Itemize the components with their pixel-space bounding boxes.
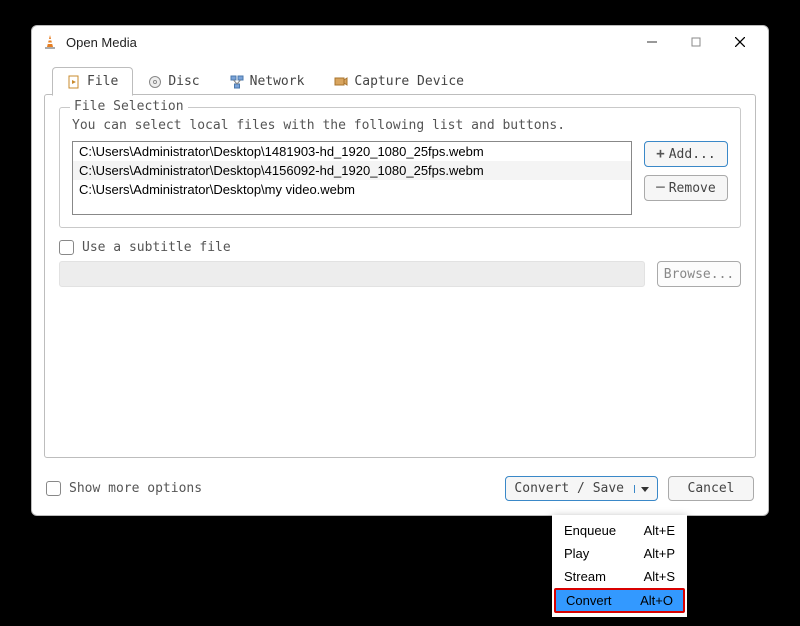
open-media-window: Open Media File Disc Network Capture Dev… (31, 25, 769, 516)
minus-icon: ─ (656, 180, 664, 196)
list-item[interactable]: C:\Users\Administrator\Desktop\1481903-h… (73, 142, 631, 161)
subtitle-checkbox-label: Use a subtitle file (82, 240, 231, 255)
titlebar: Open Media (32, 26, 768, 58)
convert-save-label: Convert / Save (514, 481, 624, 496)
list-item[interactable]: C:\Users\Administrator\Desktop\4156092-h… (73, 161, 631, 180)
add-button[interactable]: + Add... (644, 141, 728, 167)
capture-icon (334, 75, 348, 89)
convert-save-button[interactable]: Convert / Save (505, 476, 658, 501)
menu-item-label: Stream (564, 569, 606, 584)
convert-dropdown-menu: Enqueue Alt+E Play Alt+P Stream Alt+S Co… (552, 515, 687, 617)
file-list[interactable]: C:\Users\Administrator\Desktop\1481903-h… (72, 141, 632, 215)
plus-icon: + (656, 146, 664, 162)
menu-item-label: Play (564, 546, 589, 561)
show-more-label: Show more options (69, 481, 202, 496)
tab-network[interactable]: Network (215, 67, 320, 96)
maximize-button[interactable] (674, 28, 718, 56)
tab-disc[interactable]: Disc (133, 67, 214, 96)
chevron-down-icon[interactable] (634, 485, 655, 493)
file-selection-legend: File Selection (70, 99, 188, 114)
subtitle-section: Use a subtitle file Browse... (59, 240, 741, 287)
file-selection-hint: You can select local files with the foll… (72, 118, 728, 133)
menu-item-label: Convert (566, 593, 612, 608)
browse-button-label: Browse... (664, 267, 734, 282)
minimize-button[interactable] (630, 28, 674, 56)
menu-item-label: Enqueue (564, 523, 616, 538)
cancel-button[interactable]: Cancel (668, 476, 754, 501)
main-panel: File Selection You can select local file… (44, 94, 756, 458)
menu-item-shortcut: Alt+P (644, 546, 675, 561)
menu-item-play[interactable]: Play Alt+P (552, 542, 687, 565)
close-button[interactable] (718, 28, 762, 56)
window-title: Open Media (66, 35, 630, 50)
tab-disc-label: Disc (168, 74, 199, 89)
menu-item-shortcut: Alt+E (644, 523, 675, 538)
tab-capture-label: Capture Device (354, 74, 464, 89)
file-icon (67, 75, 81, 89)
remove-button-label: Remove (669, 181, 716, 196)
show-more-checkbox[interactable] (46, 481, 61, 496)
remove-button[interactable]: ─ Remove (644, 175, 728, 201)
list-item[interactable]: C:\Users\Administrator\Desktop\my video.… (73, 180, 631, 199)
browse-button: Browse... (657, 261, 741, 287)
subtitle-checkbox[interactable] (59, 240, 74, 255)
disc-icon (148, 75, 162, 89)
menu-item-shortcut: Alt+O (640, 593, 673, 608)
menu-item-shortcut: Alt+S (644, 569, 675, 584)
tab-file[interactable]: File (52, 67, 133, 96)
tab-file-label: File (87, 74, 118, 89)
tab-network-label: Network (250, 74, 305, 89)
file-selection-group: File Selection You can select local file… (59, 107, 741, 228)
subtitle-path-field (59, 261, 645, 287)
add-button-label: Add... (669, 147, 716, 162)
cancel-label: Cancel (688, 481, 735, 496)
window-buttons (630, 28, 762, 56)
tab-capture[interactable]: Capture Device (319, 67, 479, 96)
network-icon (230, 75, 244, 89)
tab-bar: File Disc Network Capture Device (32, 58, 768, 95)
menu-item-convert[interactable]: Convert Alt+O (554, 588, 685, 613)
menu-item-enqueue[interactable]: Enqueue Alt+E (552, 519, 687, 542)
bottom-bar: Show more options Convert / Save Cancel (32, 468, 768, 515)
vlc-cone-icon (42, 34, 58, 50)
menu-item-stream[interactable]: Stream Alt+S (552, 565, 687, 588)
